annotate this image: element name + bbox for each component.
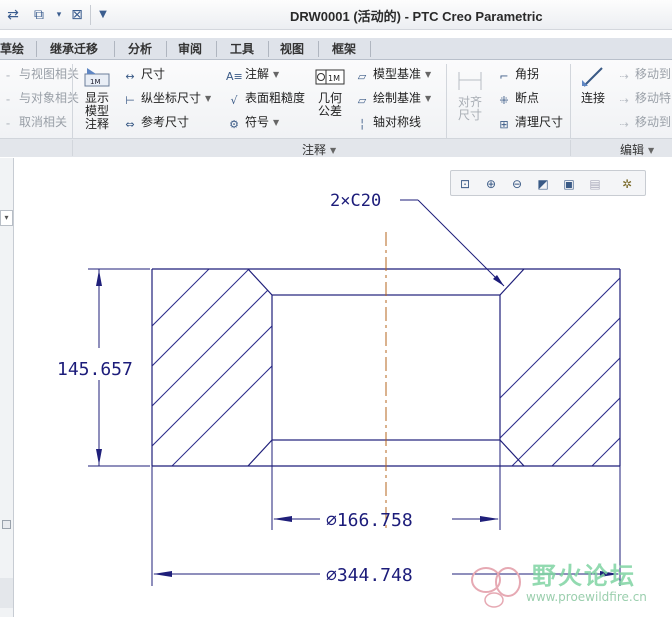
move-icon: ⇢ — [619, 94, 629, 107]
draft-datum-button[interactable]: ▱ 绘制基准 ▼ — [354, 88, 431, 108]
tab-frame[interactable]: 框架 — [332, 40, 356, 58]
symbol-icon: ⚙ — [229, 118, 239, 131]
hatch-right — [500, 269, 620, 466]
note-button[interactable]: A≡ 注解 ▼ — [226, 64, 279, 84]
edit-group-label[interactable]: 编辑 ▼ — [620, 141, 654, 158]
break-button[interactable]: ⁜ 断点 — [496, 88, 539, 108]
surface-finish-icon: √ — [230, 94, 238, 107]
group-separator — [72, 140, 73, 156]
tab-legacy-migration[interactable]: 继承迁移 — [50, 40, 98, 58]
windows-icon[interactable]: ⧉ — [30, 6, 48, 24]
section-part[interactable] — [0, 232, 672, 528]
tab-divider — [216, 41, 217, 57]
break-icon: ⁜ — [499, 94, 509, 107]
jog-icon: ⌐ — [499, 70, 509, 83]
surface-finish-button[interactable]: √ 表面粗糙度 — [226, 88, 305, 108]
datum-plane-icon: ▱ — [357, 94, 367, 107]
dropdown-caret-icon[interactable]: ▼ — [425, 65, 431, 85]
dropdown-caret-icon: ▼ — [330, 146, 337, 155]
dimension-button[interactable]: ↔ 尺寸 — [122, 64, 165, 84]
inner-dia-value: ∅166.758 — [326, 510, 413, 531]
geometric-tolerance-button[interactable]: 1M 几何公差 — [312, 64, 348, 118]
tab-divider — [268, 41, 269, 57]
chamfer-note: 2×C20 — [330, 191, 381, 211]
show-model-annotations-button[interactable]: 1M 显示模型注释 — [76, 64, 118, 131]
svg-text:1M: 1M — [90, 78, 101, 86]
note-icon: A≡ — [226, 70, 243, 83]
geometric-tolerance-icon: 1M — [315, 69, 345, 85]
drawing-svg: 2×C20 145.657 ∅166.758 ∅344.748 — [0, 191, 672, 586]
height-dim-value: 145.657 — [57, 359, 133, 380]
cleanup-dimensions-button[interactable]: ⊞ 清理尺寸 — [496, 112, 563, 132]
ordinate-dimension-icon: ⊢ — [125, 94, 135, 107]
svg-text:1M: 1M — [328, 74, 340, 83]
toolbar-separator — [90, 5, 91, 25]
dropdown-caret-icon[interactable]: ▼ — [425, 89, 431, 109]
move-icon: ⇢ — [619, 118, 629, 131]
jog-button[interactable]: ⌐ 角拐 — [496, 64, 539, 84]
group-separator — [570, 64, 571, 138]
height-dimension[interactable]: 145.657 — [57, 268, 150, 467]
dropdown-caret-icon[interactable]: ▼ — [205, 89, 211, 109]
link-icon: ⁃ — [5, 70, 11, 83]
connect-icon — [582, 67, 603, 87]
tab-tools[interactable]: 工具 — [230, 40, 254, 58]
chamfer-annotation[interactable]: 2×C20 — [330, 191, 505, 287]
connect-button[interactable]: 连接 — [574, 64, 612, 105]
move-special-button[interactable]: ⇢ 移动特 — [616, 88, 671, 108]
unrelate-button[interactable]: ⁃ 取消相关 — [0, 112, 67, 132]
outer-dia-value: ∅344.748 — [326, 565, 413, 586]
tab-divider — [114, 41, 115, 57]
axis-symmetry-line-button[interactable]: ╎ 轴对称线 — [354, 112, 421, 132]
tab-sketch[interactable]: 草绘 — [0, 40, 24, 58]
reference-dimension-icon: ⇔ — [125, 118, 135, 131]
annotate-group-label[interactable]: 注释 ▼ — [302, 141, 336, 158]
dropdown-arrow-icon[interactable]: ▾ — [50, 6, 68, 24]
move-to-sheet-button[interactable]: ⇢ 移动到 — [616, 64, 671, 84]
tab-analysis[interactable]: 分析 — [128, 40, 152, 58]
align-dimensions-icon — [458, 72, 482, 90]
move-to-view-button[interactable]: ⇢ 移动到 — [616, 112, 671, 132]
tab-divider — [370, 41, 371, 57]
reference-dimension-button[interactable]: ⇔ 参考尺寸 — [122, 112, 189, 132]
ribbon-panel: ⁃ 与视图相关 ⁃ 与对象相关 ⁃ 取消相关 1M 显示模型注释 ↔ 尺寸 ⊢ 纵坐标尺寸… — [0, 60, 672, 157]
ribbon-tabs: 草绘 继承迁移 分析 审阅 工具 视图 框架 — [0, 38, 672, 60]
tab-view[interactable]: 视图 — [280, 40, 304, 58]
customize-toolbar-icon[interactable]: ▼ — [94, 6, 112, 24]
watermark-title: 野火论坛 — [532, 562, 636, 590]
dropdown-caret-icon[interactable]: ▼ — [273, 65, 279, 85]
window-title: DRW0001 (活动的) - PTC Creo Parametric — [290, 9, 543, 24]
model-datum-button[interactable]: ▱ 模型基准 ▼ — [354, 64, 431, 84]
move-icon: ⇢ — [619, 70, 629, 83]
axis-line-icon: ╎ — [358, 118, 366, 131]
title-bar: ⇄ ⧉ ▾ ⊠ ▼ DRW0001 (活动的) - PTC Creo Param… — [0, 0, 672, 30]
ribbon-group-labels: 注释 ▼ 编辑 ▼ — [0, 138, 672, 157]
unlink-icon: ⁃ — [5, 118, 11, 131]
symbol-button[interactable]: ⚙ 符号 ▼ — [226, 112, 279, 132]
ordinate-dimension-button[interactable]: ⊢ 纵坐标尺寸 ▼ — [122, 88, 211, 108]
group-separator — [446, 64, 447, 138]
align-dimensions-button[interactable]: 对齐尺寸 — [450, 68, 490, 122]
show-annotations-icon: 1M — [84, 68, 110, 87]
cleanup-icon: ⊞ — [499, 118, 509, 131]
link-icon: ⁃ — [5, 94, 11, 107]
close-window-icon[interactable]: ⊠ — [68, 6, 86, 24]
hatch-left — [152, 269, 272, 466]
tab-divider — [166, 41, 167, 57]
make-view-related-button[interactable]: ⁃ 与视图相关 — [0, 64, 79, 84]
watermark-url: www.proewildfire.cn — [526, 590, 647, 604]
regenerate-icon[interactable]: ⇄ — [4, 6, 22, 24]
dimension-icon: ↔ — [125, 70, 135, 83]
datum-plane-icon: ▱ — [357, 70, 367, 83]
butterfly-logo-icon — [471, 567, 521, 608]
group-separator — [570, 140, 571, 156]
dropdown-caret-icon[interactable]: ▼ — [273, 113, 279, 133]
tab-divider — [36, 41, 37, 57]
make-object-related-button[interactable]: ⁃ 与对象相关 — [0, 88, 79, 108]
tab-divider — [318, 41, 319, 57]
group-separator — [72, 64, 73, 138]
dropdown-caret-icon: ▼ — [648, 146, 655, 155]
forum-watermark: 野火论坛 www.proewildfire.cn — [470, 556, 672, 617]
tab-review[interactable]: 审阅 — [178, 40, 202, 58]
